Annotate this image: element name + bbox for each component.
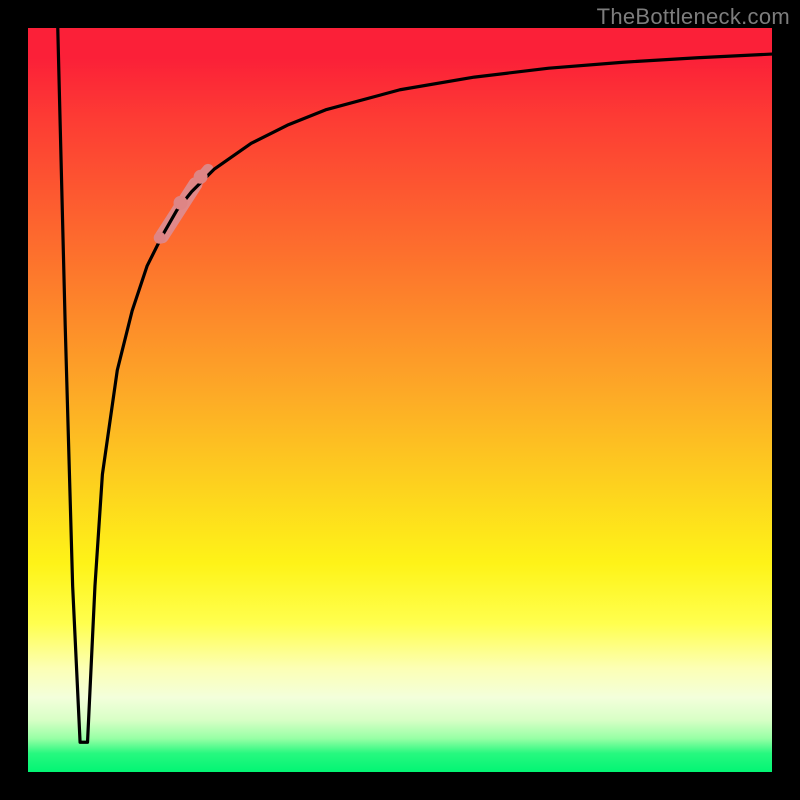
chart-svg <box>28 28 772 772</box>
bottleneck-curve <box>58 28 772 742</box>
chart-frame: TheBottleneck.com <box>0 0 800 800</box>
pink-dot-3 <box>154 232 166 244</box>
pink-dot-1 <box>174 196 188 210</box>
dot-layer <box>154 170 208 244</box>
pink-dot-2 <box>194 170 208 184</box>
watermark-text: TheBottleneck.com <box>597 4 790 30</box>
curve-layer <box>58 28 772 742</box>
